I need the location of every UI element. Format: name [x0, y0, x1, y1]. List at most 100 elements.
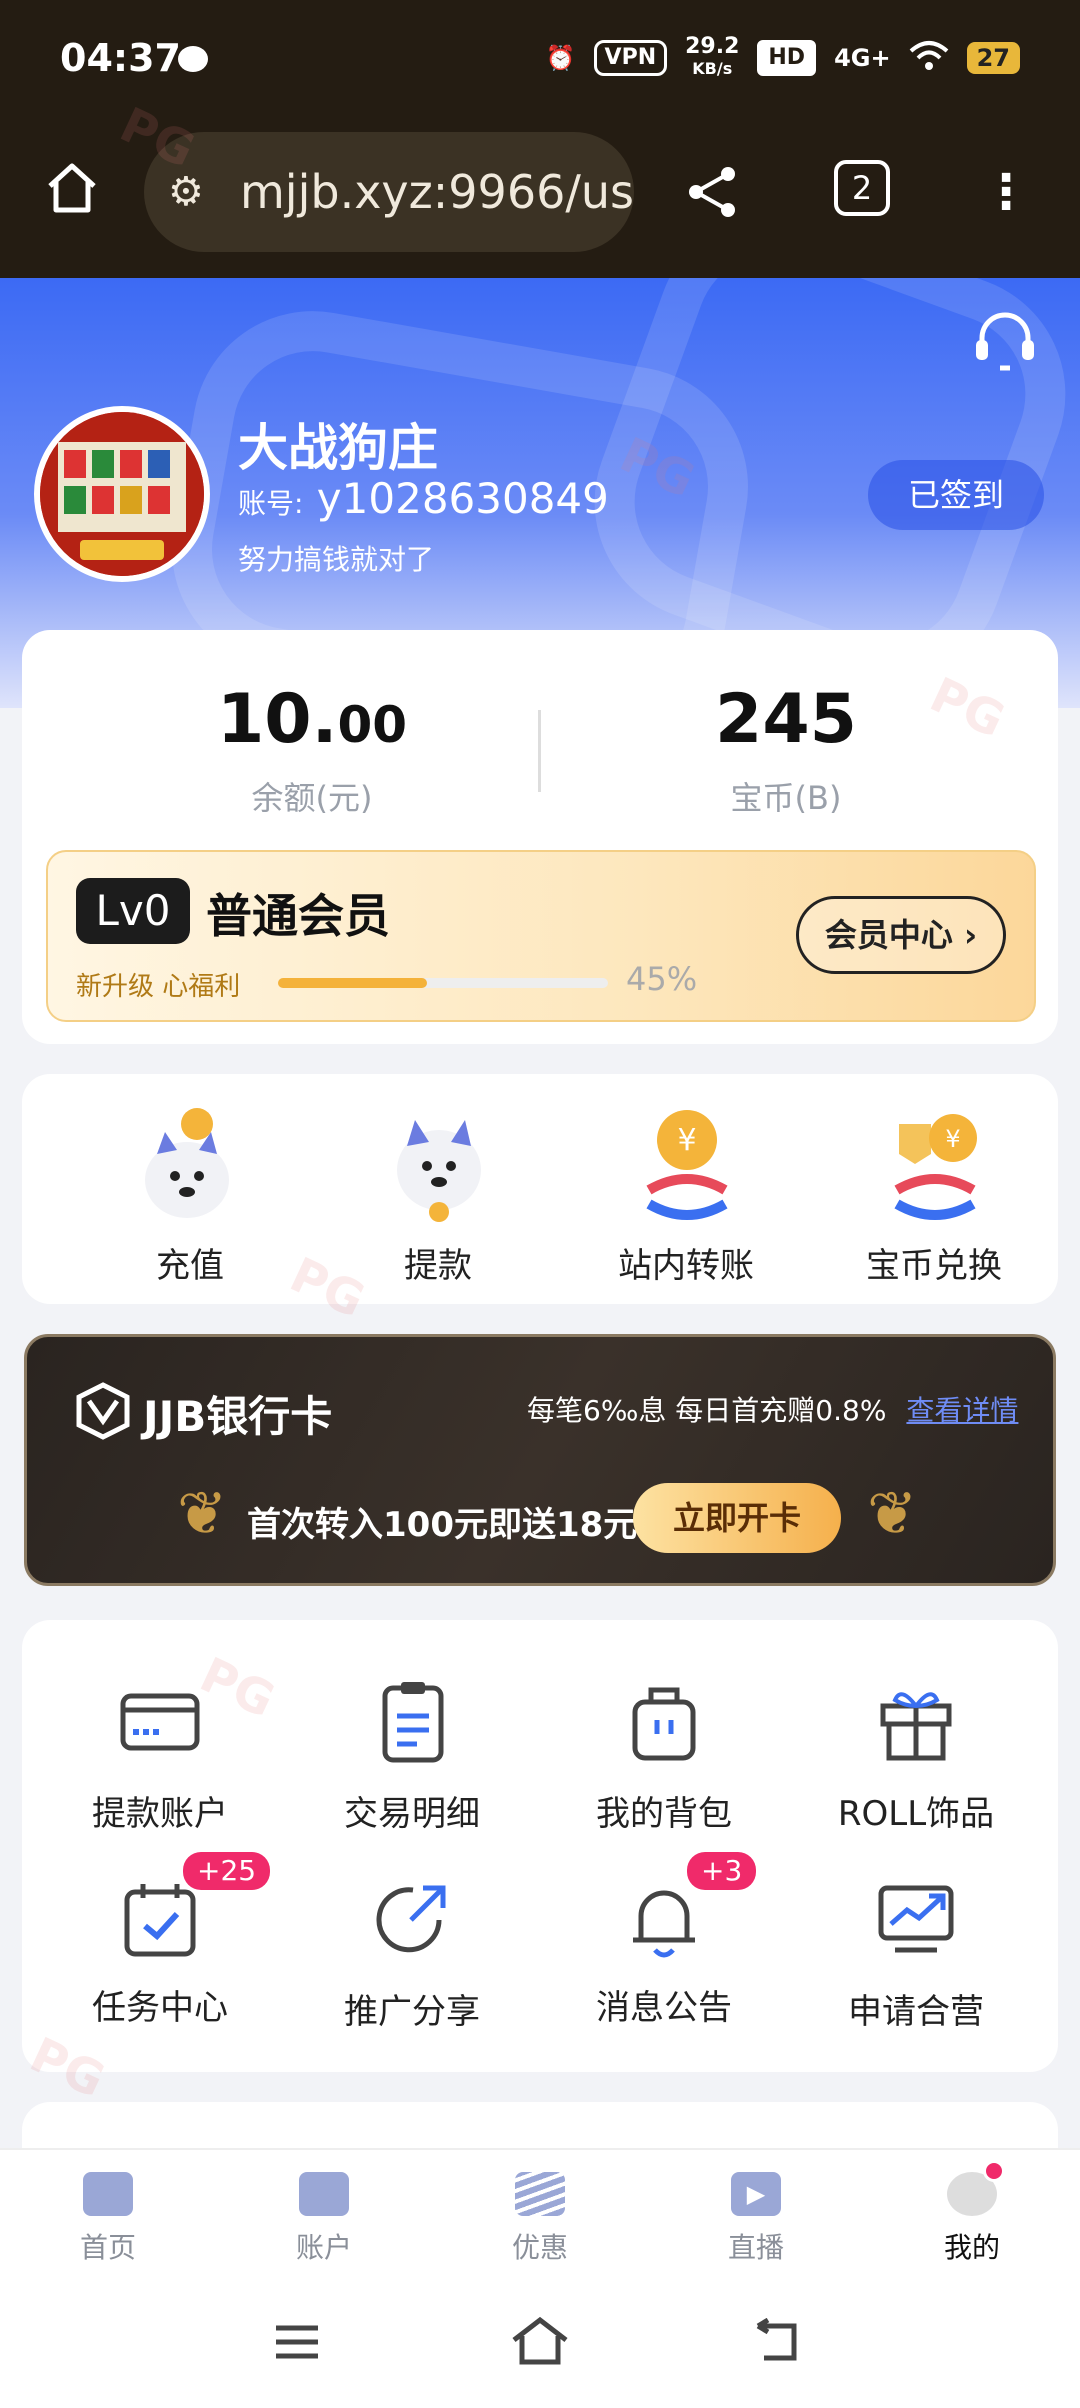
bank-card-banner[interactable]: JJB银行卡 每笔6‰息 每日首充赠0.8% 查看详情 ❦ 首次转入100元即送1…	[24, 1334, 1056, 1586]
action-label: 充值	[156, 1246, 224, 1286]
menu-label: 我的背包	[596, 1794, 732, 1834]
tab-count-button[interactable]: 2	[834, 160, 890, 216]
profile-face-icon	[947, 2160, 1005, 2216]
roll-items-item[interactable]: ROLL饰品	[796, 1676, 1036, 1835]
account-id: y1028630849	[316, 474, 609, 523]
chart-monitor-icon	[878, 1885, 954, 1953]
menu-label: 交易明细	[344, 1794, 480, 1834]
status-time: 04:37	[60, 36, 181, 80]
vip-progress-text: 45%	[626, 960, 698, 998]
menu-label: 任务中心	[92, 1988, 228, 2028]
nav-live[interactable]: ▶ 直播	[648, 2172, 864, 2266]
card-icon	[120, 1693, 200, 1751]
clipboard-icon	[382, 1682, 444, 1763]
nav-promos[interactable]: 优惠	[432, 2172, 648, 2266]
balance-stat[interactable]: 10.00 余额(元)	[112, 680, 512, 819]
announcements-item[interactable]: +3 消息公告	[544, 1852, 784, 2029]
account-id-row: 账号: y1028630849	[238, 474, 609, 523]
home-shield-icon	[83, 2172, 133, 2216]
vpn-badge: VPN	[593, 40, 668, 76]
vip-progress-fill	[278, 978, 427, 988]
play-icon: ▶	[731, 2172, 781, 2216]
bank-card-info: 每笔6‰息 每日首充赠0.8% 查看详情	[527, 1394, 1019, 1427]
task-center-item[interactable]: +25 任务中心	[40, 1852, 280, 2029]
backpack-icon	[632, 1687, 696, 1761]
nav-home[interactable]: 首页	[0, 2172, 216, 2266]
menu-icon[interactable]	[272, 2322, 322, 2362]
notification-dot	[983, 2160, 1005, 2182]
jjb-logo-icon	[76, 1382, 130, 1440]
coin-transfer-icon: ¥	[646, 1110, 728, 1220]
svg-text:¥: ¥	[677, 1123, 696, 1158]
laurel-right-icon: ❦	[867, 1479, 918, 1549]
status-bar: 04:37 ⏰ VPN 29.2 KB/s HD 4G+ 27	[0, 0, 1080, 120]
customer-service-icon[interactable]	[970, 306, 1040, 376]
alarm-icon: ⏰	[545, 44, 576, 72]
withdraw-button[interactable]: 提款	[338, 1104, 538, 1287]
wifi-icon	[909, 39, 949, 77]
menu-label: ROLL饰品	[837, 1794, 995, 1834]
system-nav	[0, 2278, 1080, 2408]
action-label: 宝币兑换	[866, 1246, 1002, 1286]
back-icon[interactable]	[754, 2318, 804, 2364]
feature-menu: 提款账户 交易明细 我的背包 ROLL饰品 +25 任务中心 推广分享 +3 消…	[22, 1620, 1058, 2072]
vip-progress-bar	[278, 978, 608, 988]
svg-text:¥: ¥	[945, 1125, 960, 1153]
vip-center-button[interactable]: 会员中心 ›	[796, 896, 1006, 974]
avatar[interactable]	[34, 406, 210, 582]
menu-label: 推广分享	[344, 1992, 480, 2032]
nav-label: 首页	[79, 2231, 136, 2264]
chat-notification-icon	[178, 46, 208, 72]
task-badge: +25	[183, 1852, 271, 1890]
coin-exchange-button[interactable]: ¥ 宝币兑换	[834, 1104, 1034, 1287]
nav-label: 我的	[943, 2231, 1000, 2264]
bank-card-promo: 首次转入100元即送18元	[247, 1505, 638, 1545]
share-arrow-icon	[376, 1885, 446, 1953]
recharge-button[interactable]: 充值	[90, 1104, 290, 1287]
url-bar[interactable]: ⚙ mjjb.xyz:9966/use	[144, 132, 634, 252]
coins-label: 宝币(B)	[730, 779, 842, 817]
quick-actions: 充值 提款 ¥ 站内转账 ¥ 宝币兑换	[22, 1074, 1058, 1304]
share-promo-item[interactable]: 推广分享	[292, 1874, 532, 2033]
net-speed: 29.2 KB/s	[685, 34, 740, 79]
vip-banner[interactable]: Lv0 普通会员 新升级 心福利 45% 会员中心 ›	[46, 850, 1036, 1022]
promo-icon	[515, 2172, 565, 2216]
coins-stat[interactable]: 245 宝币(B)	[586, 680, 986, 819]
share-icon[interactable]	[680, 160, 744, 224]
coin-exchange-icon: ¥	[894, 1114, 977, 1220]
piggy-withdraw-icon	[397, 1120, 481, 1222]
bank-card-title: JJB银行卡	[143, 1392, 333, 1441]
home-icon[interactable]	[40, 156, 104, 220]
balance-card: 10.00 余额(元) 245 宝币(B) Lv0 普通会员 新升级 心福利 4…	[22, 630, 1058, 1044]
menu-label: 申请合营	[848, 1992, 984, 2032]
system-home-icon[interactable]	[510, 2316, 570, 2366]
nav-account[interactable]: 账户	[216, 2172, 432, 2266]
vip-upgrade-text: 新升级 心福利	[76, 972, 241, 1002]
gift-icon	[880, 1692, 952, 1761]
piggy-coin-icon	[145, 1108, 229, 1218]
url-text: mjjb.xyz:9966/use	[240, 165, 634, 219]
details-link[interactable]: 查看详情	[906, 1394, 1018, 1427]
transfer-button[interactable]: ¥ 站内转账	[586, 1104, 786, 1287]
nav-label: 直播	[727, 2231, 784, 2264]
open-card-button[interactable]: 立即开卡	[633, 1483, 841, 1553]
hd-badge: HD	[757, 40, 817, 76]
nav-mine[interactable]: 我的	[864, 2160, 1080, 2266]
nav-label: 账户	[295, 2231, 352, 2264]
bottom-nav: 首页 账户 优惠 ▶ 直播 我的	[0, 2148, 1080, 2278]
vip-name: 普通会员	[206, 889, 390, 943]
message-badge: +3	[687, 1852, 757, 1890]
balance-label: 余额(元)	[251, 779, 373, 817]
backpack-item[interactable]: 我的背包	[544, 1676, 784, 1835]
menu-label: 消息公告	[596, 1988, 732, 2028]
nav-label: 优惠	[511, 2231, 568, 2264]
signed-in-button[interactable]: 已签到	[868, 460, 1044, 530]
action-label: 站内转账	[618, 1246, 754, 1286]
more-options-icon[interactable]: ⋮	[982, 160, 1030, 224]
laurel-left-icon: ❦	[177, 1479, 228, 1549]
menu-label: 提款账户	[92, 1794, 228, 1834]
wallet-icon	[299, 2172, 349, 2216]
partnership-item[interactable]: 申请合营	[796, 1874, 1036, 2033]
status-icons: ⏰ VPN 29.2 KB/s HD 4G+ 27	[546, 36, 1020, 80]
transaction-details-item[interactable]: 交易明细	[292, 1676, 532, 1835]
